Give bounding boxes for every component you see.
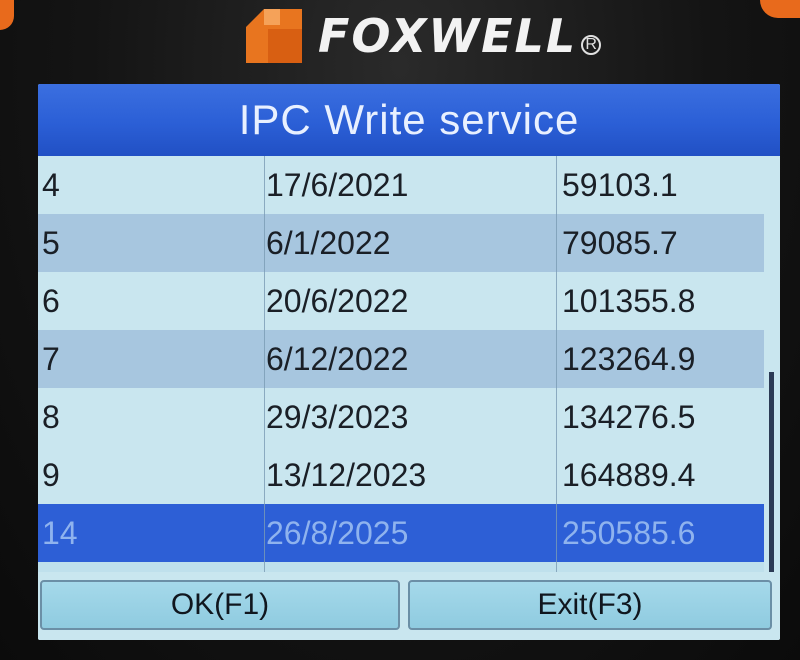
list-item-selected[interactable]: 14 26/8/2025 250585.6 [38,504,764,562]
foxwell-logo-icon [246,9,302,63]
row-index: 9 [42,457,60,493]
page-title: IPC Write service [238,96,580,143]
screen-title-bar: IPC Write service [38,84,780,156]
list-item[interactable]: 4 17/6/2021 59103.1 [38,156,764,214]
soft-key-bar: OK(F1) Exit(F3) [38,572,780,640]
diagnostic-device: FOXWELL R IPC Write service 4 17/6/2021 … [0,0,800,660]
column-divider [556,156,557,572]
row-value: 164889.4 [562,457,696,493]
scrollbar-thumb[interactable] [769,372,774,572]
row-value: 250585.6 [562,515,696,551]
row-date: 6/1/2022 [266,225,391,261]
row-date: 26/8/2025 [266,515,409,551]
row-value: 79085.7 [562,225,678,261]
column-divider [264,156,265,572]
scrollbar[interactable] [764,156,780,572]
row-index: 6 [42,283,60,319]
list-item[interactable]: 8 29/3/2023 134276.5 [38,388,764,446]
row-value: 123264.9 [562,341,696,377]
row-index: 5 [42,225,60,261]
device-casing-left [0,0,14,30]
row-value: 134276.5 [562,399,696,435]
row-date: 17/6/2021 [266,167,409,203]
row-date: 13/12/2023 [266,457,427,493]
row-date: 29/3/2023 [266,399,409,435]
list-item[interactable]: 5 6/1/2022 79085.7 [38,214,764,272]
row-value: 101355.8 [562,283,696,319]
ok-button[interactable]: OK(F1) [40,580,400,630]
list-item[interactable]: 6 20/6/2022 101355.8 [38,272,764,330]
row-index: 14 [42,515,78,551]
brand-header: FOXWELL R [246,6,602,66]
row-date: 20/6/2022 [266,283,409,319]
device-casing-right [760,0,800,18]
exit-button[interactable]: Exit(F3) [408,580,772,630]
row-index: 8 [42,399,60,435]
row-index: 4 [42,167,60,203]
service-record-list[interactable]: 4 17/6/2021 59103.1 5 6/1/2022 79085.7 6… [38,156,780,572]
registered-mark-icon: R [581,35,602,55]
brand-name: FOXWELL [318,9,578,63]
list-item[interactable]: 7 6/12/2022 123264.9 [38,330,764,388]
list-item[interactable]: 9 13/12/2023 164889.4 [38,446,764,504]
row-date: 6/12/2022 [266,341,409,377]
row-index: 7 [42,341,60,377]
lcd-screen: IPC Write service 4 17/6/2021 59103.1 5 … [38,84,780,640]
row-value: 59103.1 [562,167,678,203]
